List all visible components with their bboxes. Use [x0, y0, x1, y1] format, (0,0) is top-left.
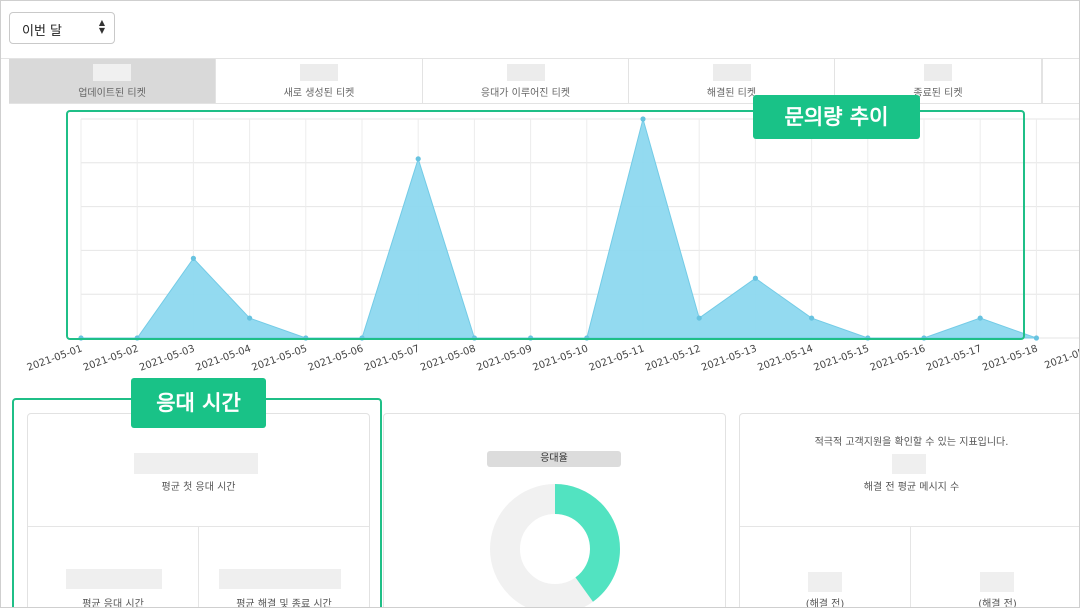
x-tick-label: 2021-05-17 [925, 343, 983, 373]
card-caption: 적극적 고객지원을 확인할 수 있는 지표입니다. [814, 437, 1009, 448]
proactive-support-card: 적극적 고객지원을 확인할 수 있는 지표입니다. 해결 전 평균 메시지 수 … [739, 413, 1079, 608]
data-point [1033, 335, 1039, 341]
x-tick-label: 2021-05-03 [138, 343, 196, 373]
metric-label: 해결 전 평균 메시지 수 [863, 482, 960, 493]
response-rate-label: 응대율 [487, 451, 621, 467]
x-tick-label: 2021-05-16 [869, 343, 927, 373]
x-tick-label: 2021-05-09 [475, 343, 533, 373]
x-tick-label: 2021-05-07 [363, 343, 421, 373]
x-tick-label: 2021-05-13 [700, 343, 758, 373]
response-rate-donut [490, 484, 620, 607]
value-placeholder [808, 572, 842, 592]
x-tick-label: 2021-05-06 [307, 343, 365, 373]
x-tick-label: 2021-05-12 [644, 343, 702, 373]
x-tick-label: 2021-05-15 [812, 343, 870, 373]
x-tick-label: 2021-05-02 [82, 343, 140, 373]
metric-label: (해결 전) [978, 599, 1017, 608]
x-tick-label: 2021-05-01 [26, 343, 84, 373]
trend-badge: 문의량 추이 [753, 95, 920, 139]
x-tick-label: 2021-05-05 [250, 343, 308, 373]
x-tick-label: 2021-05-14 [756, 343, 814, 373]
metric-label: (해결 전) [805, 599, 845, 608]
x-tick-label: 2021-05-1 [1043, 343, 1080, 371]
response-time-highlight-box [12, 398, 382, 607]
screenshot-frame: 이번 달 ▲ ▼ 업데이트된 티켓 새로 생성된 티켓 응대가 이루어진 티켓 해… [0, 0, 1080, 608]
value-placeholder [892, 454, 926, 474]
x-tick-label: 2021-05-08 [419, 343, 477, 373]
response-time-badge: 응대 시간 [131, 378, 266, 428]
value-placeholder [980, 572, 1014, 592]
x-tick-label: 2021-05-18 [981, 343, 1039, 373]
trend-highlight-box [66, 110, 1025, 340]
x-tick-label: 2021-05-04 [194, 343, 252, 373]
x-tick-label: 2021-05-10 [531, 343, 589, 373]
x-tick-label: 2021-05-11 [588, 343, 646, 373]
